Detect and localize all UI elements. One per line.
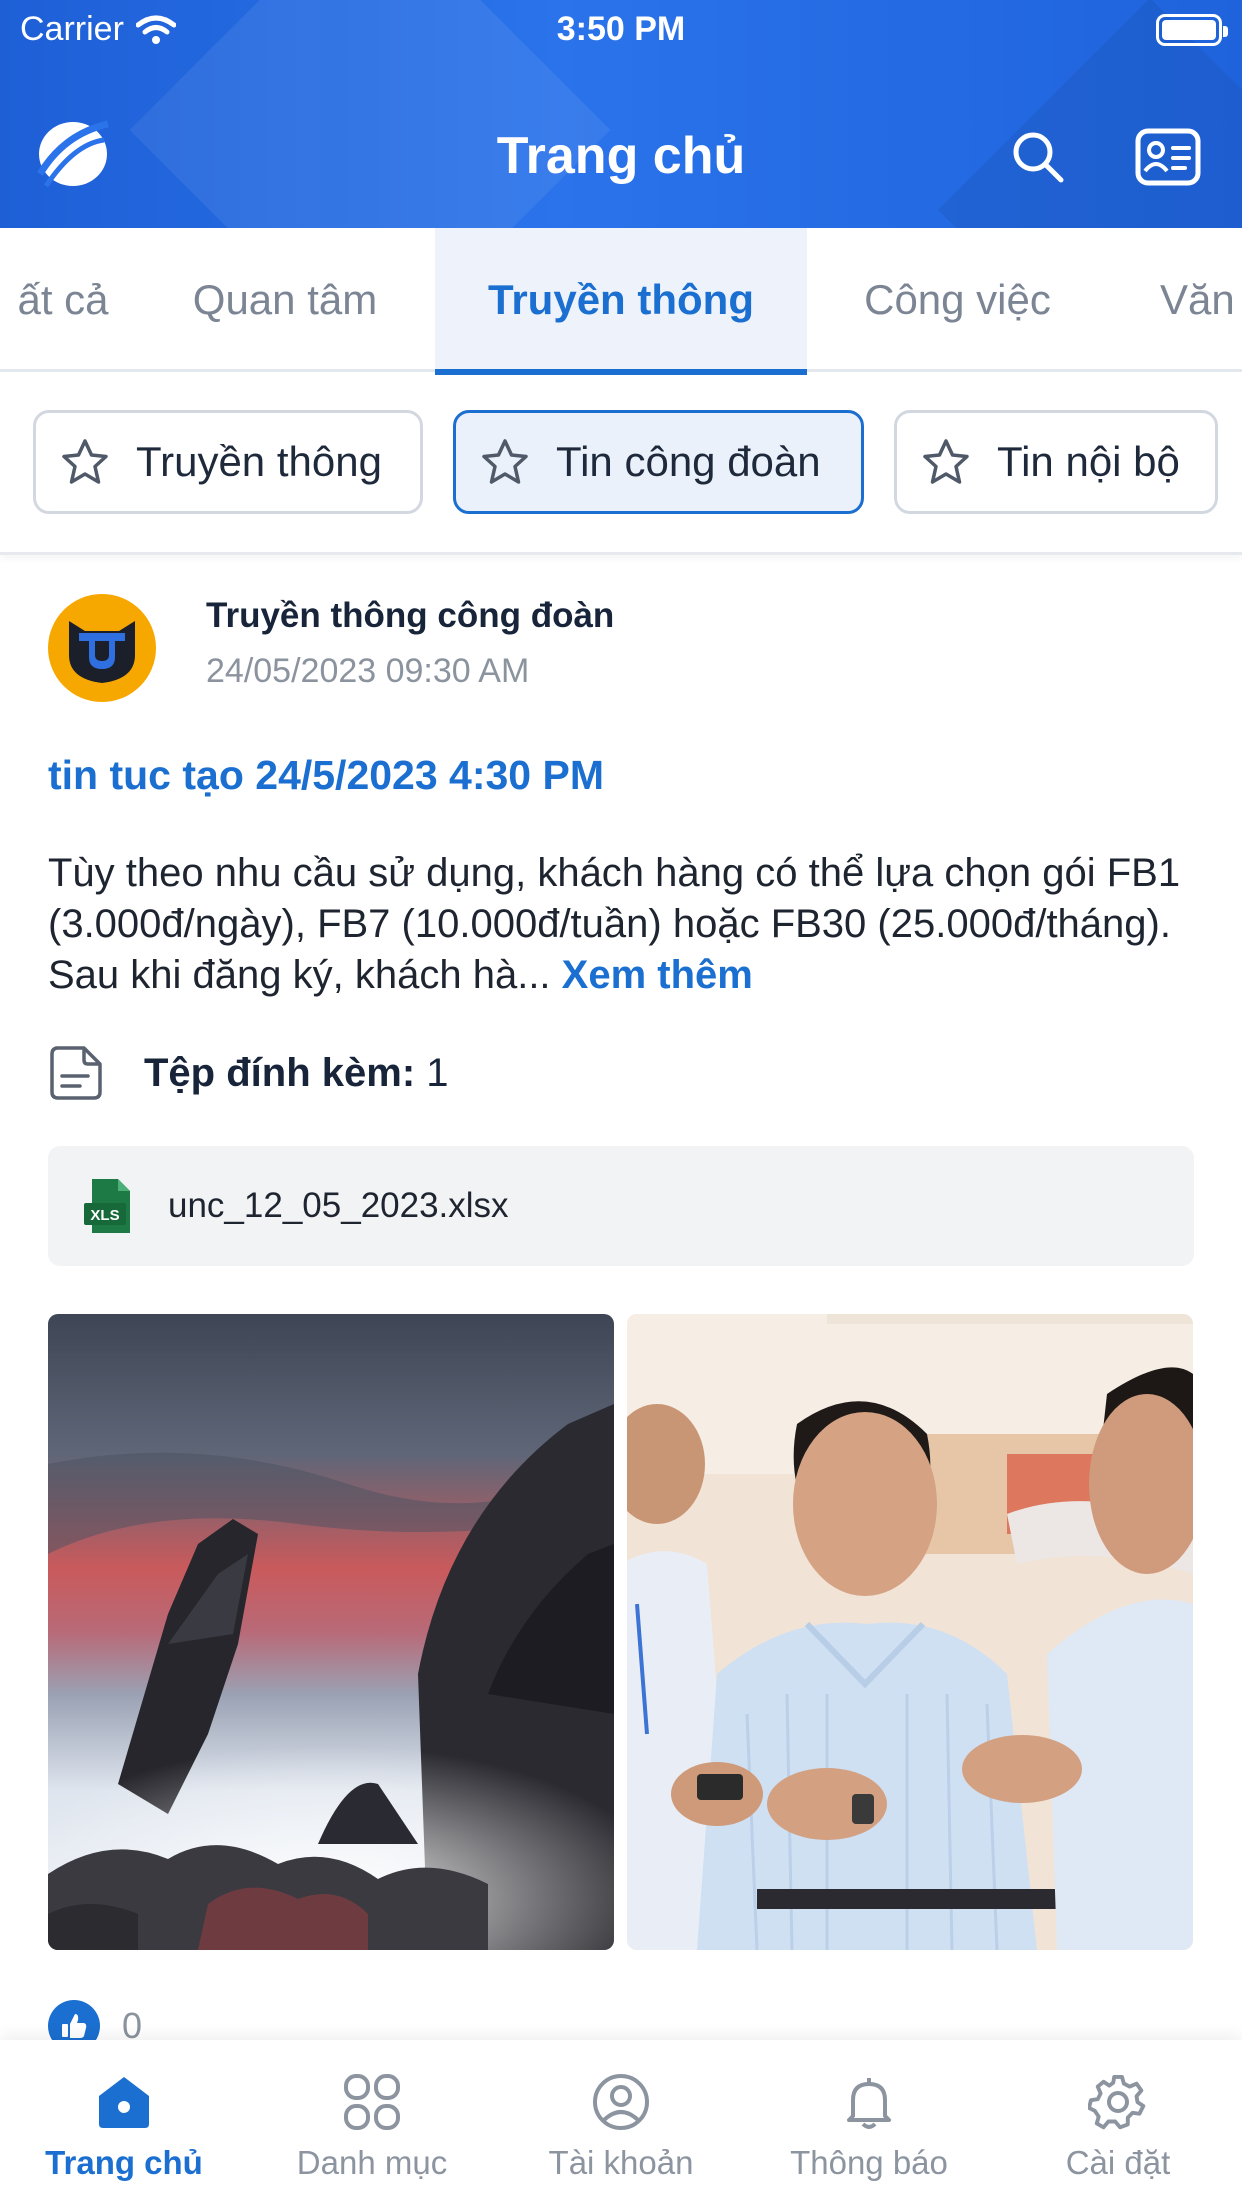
svg-text:XLS: XLS — [90, 1207, 119, 1224]
nav-tai-khoan[interactable]: Tài khoản — [497, 2040, 745, 2208]
category-tabs: ất cả Quan tâm Truyền thông Công việc Vă… — [0, 228, 1242, 375]
nav-cai-dat[interactable]: Cài đặt — [994, 2040, 1242, 2208]
attachments-label: Tệp đính kèm: 1 — [144, 1051, 449, 1096]
sub-category-chips: Truyền thông Tin công đoàn Tin nội bộ — [0, 375, 1242, 555]
id-card-icon — [1135, 128, 1201, 186]
status-bar: Carrier 3:50 PM — [0, 0, 1242, 62]
nav-label: Cài đặt — [1065, 2144, 1171, 2181]
clock: 3:50 PM — [556, 10, 686, 48]
tab-label: ất cả — [17, 276, 109, 323]
document-icon — [50, 1046, 102, 1100]
chip-tin-cong-doan[interactable]: Tin công đoàn — [453, 410, 864, 514]
nav-trang-chu[interactable]: Trang chủ — [0, 2040, 248, 2208]
settings-icon — [1086, 2070, 1150, 2134]
chip-label: Truyền thông — [136, 438, 382, 485]
bottom-navigation: Trang chủ Danh mục Tài khoản Thông báo C… — [0, 2040, 1242, 2208]
tab-quan-tam[interactable]: Quan tâm — [150, 228, 420, 372]
nav-label: Thông báo — [790, 2144, 948, 2181]
battery-icon — [1156, 14, 1228, 46]
home-icon — [92, 2070, 156, 2134]
nav-thong-bao[interactable]: Thông báo — [745, 2040, 993, 2208]
excel-file-icon: XLS — [84, 1179, 130, 1233]
post-author[interactable]: Truyền thông công đoàn — [206, 596, 614, 636]
post-image-seascape[interactable] — [48, 1314, 614, 1950]
tab-cong-viec[interactable]: Công việc — [820, 228, 1095, 372]
search-button[interactable] — [1003, 122, 1073, 192]
nav-label: Tài khoản — [548, 2144, 694, 2181]
post-body: Tùy theo nhu cầu sử dụng, khách hàng có … — [48, 848, 1208, 1001]
attachment-file[interactable]: XLS unc_12_05_2023.xlsx — [48, 1146, 1194, 1266]
nav-label: Danh mục — [296, 2144, 448, 2181]
bell-icon — [837, 2070, 901, 2134]
tab-tat-ca[interactable]: ất cả — [0, 228, 138, 372]
search-icon — [1013, 132, 1064, 183]
author-avatar[interactable] — [48, 594, 156, 702]
attachments-count: 1 — [426, 1050, 449, 1095]
app-header: Carrier 3:50 PM Trang chủ — [0, 0, 1242, 228]
tab-label: Văn — [1160, 276, 1235, 323]
nav-label: Trang chủ — [45, 2144, 203, 2181]
see-more-link[interactable]: Xem thêm — [551, 953, 753, 997]
chip-label: Tin công đoàn — [556, 438, 821, 485]
tab-van[interactable]: Văn — [1108, 228, 1242, 372]
post-timestamp: 24/05/2023 09:30 AM — [206, 652, 530, 690]
profile-card-button[interactable] — [1133, 122, 1203, 192]
thumbs-up-icon — [62, 2014, 87, 2038]
attachments-summary: Tệp đính kèm: 1 — [48, 1044, 449, 1102]
tab-truyen-thong[interactable]: Truyền thông — [435, 228, 807, 375]
post-image-people[interactable] — [627, 1314, 1193, 1950]
star-icon — [923, 439, 969, 484]
user-icon — [589, 2070, 653, 2134]
tab-label: Công việc — [864, 276, 1051, 323]
attachments-title: Tệp đính kèm: — [144, 1050, 416, 1095]
nav-danh-muc[interactable]: Danh mục — [248, 2040, 496, 2208]
star-icon — [62, 439, 108, 484]
union-logo-icon — [69, 621, 135, 683]
star-icon — [482, 439, 528, 484]
attachment-file-name: unc_12_05_2023.xlsx — [168, 1186, 509, 1225]
post-title[interactable]: tin tuc tạo 24/5/2023 4:30 PM — [48, 752, 604, 799]
tab-label: Quan tâm — [192, 276, 378, 323]
grid-icon — [340, 2070, 404, 2134]
tab-label: Truyền thông — [488, 276, 754, 323]
chip-label: Tin nội bộ — [997, 438, 1180, 485]
chip-truyen-thong[interactable]: Truyền thông — [33, 410, 423, 514]
chip-tin-noi-bo[interactable]: Tin nội bộ — [894, 410, 1218, 514]
